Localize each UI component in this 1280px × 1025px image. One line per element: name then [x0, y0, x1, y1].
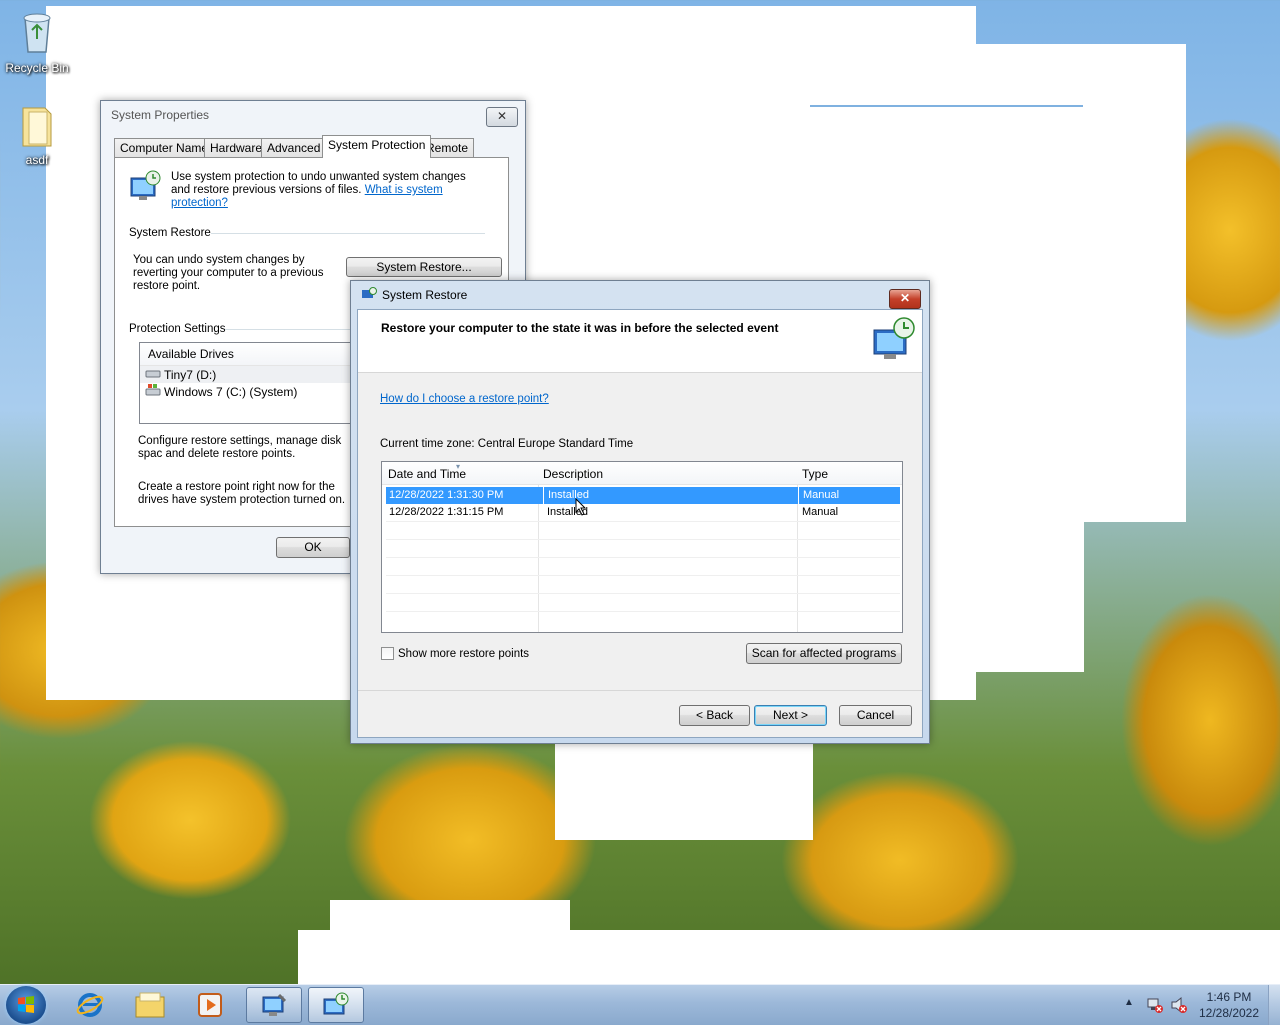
desktop-icon-recycle-bin[interactable]: Recycle Bin — [2, 8, 72, 75]
create-text: Create a restore point right now for the… — [138, 481, 346, 506]
row-type: Manual — [798, 487, 839, 504]
system-restore-large-icon — [870, 316, 918, 365]
close-button[interactable]: ✕ — [889, 289, 921, 309]
how-to-choose-restore-point-link[interactable]: How do I choose a restore point? — [380, 393, 549, 405]
show-desktop-button[interactable] — [1268, 985, 1280, 1025]
row-type: Manual — [802, 506, 839, 518]
desktop-icon-label: Recycle Bin — [5, 61, 69, 75]
system-protection-icon — [129, 170, 163, 205]
recycle-bin-icon — [2, 8, 72, 59]
rendering-artifact-patch — [330, 900, 570, 940]
timezone-text: Current time zone: Central Europe Standa… — [380, 438, 634, 450]
drive-icon — [145, 367, 161, 382]
scan-affected-programs-button[interactable]: Scan for affected programs — [746, 643, 902, 664]
wizard-body: Restore your computer to the state it wa… — [357, 309, 923, 738]
empty-row — [386, 594, 900, 612]
rendering-artifact-line — [810, 105, 1083, 107]
drive-label: Windows 7 (C:) (System) — [164, 384, 298, 399]
table-header: Date and Time Description Type ▾ — [382, 462, 902, 485]
ok-button[interactable]: OK — [276, 537, 350, 558]
show-more-restore-points[interactable]: Show more restore points — [381, 647, 529, 660]
wizard-header-text: Restore your computer to the state it wa… — [381, 321, 779, 335]
desktop-icon-label: asdf — [25, 153, 49, 167]
clock-time: 1:46 PM — [1206, 990, 1252, 1004]
system-properties-icon — [262, 993, 287, 1016]
configure-text: Configure restore settings, manage disk … — [138, 435, 342, 460]
rendering-artifact-patch — [930, 520, 1084, 672]
taskbar-internet-explorer[interactable] — [62, 987, 118, 1023]
system-restore-icon — [361, 286, 377, 304]
empty-row — [386, 540, 900, 558]
system-restore-heading: System Restore — [129, 227, 211, 239]
table-row[interactable]: 12/28/2022 1:31:30 PM Installed Manual — [386, 487, 900, 504]
system-restore-icon — [323, 992, 349, 1015]
intro-text: Use system protection to undo unwanted s… — [171, 171, 481, 210]
close-icon: ✕ — [899, 291, 911, 305]
column-header-date[interactable]: Date and Time — [388, 467, 466, 481]
sort-arrow-icon: ▾ — [456, 462, 461, 471]
divider — [211, 233, 485, 234]
drive-label: Tiny7 (D:) — [164, 367, 217, 382]
windows-drive-icon — [145, 383, 161, 400]
volume-muted-icon[interactable] — [1170, 996, 1188, 1017]
wizard-header: Restore your computer to the state it wa… — [358, 310, 922, 373]
mouse-cursor-icon — [575, 497, 587, 519]
window-title: System Properties — [111, 108, 210, 122]
close-icon: ✕ — [496, 109, 508, 123]
taskbar-file-explorer[interactable] — [122, 987, 178, 1023]
network-icon[interactable] — [1146, 996, 1164, 1017]
cancel-button[interactable]: Cancel — [839, 705, 912, 726]
empty-row — [386, 558, 900, 576]
rendering-artifact-patch — [976, 44, 1186, 522]
system-restore-button[interactable]: System Restore... — [346, 257, 502, 277]
rendering-artifact-patch — [555, 740, 813, 840]
system-restore-text: You can undo system changes by reverting… — [133, 254, 324, 292]
internet-explorer-icon — [76, 993, 104, 1017]
column-header-description[interactable]: Description — [543, 467, 603, 481]
file-explorer-icon — [135, 992, 165, 1018]
divider — [358, 690, 922, 691]
tab-hardware[interactable]: Hardware — [204, 138, 269, 157]
show-hidden-icons-icon[interactable]: ▲ — [1124, 997, 1134, 1008]
empty-row — [386, 522, 900, 540]
row-date: 12/28/2022 1:31:15 PM — [389, 506, 504, 518]
show-more-label: Show more restore points — [398, 647, 530, 660]
taskbar: ▲ 1:46 PM 12/28/2022 — [0, 984, 1280, 1025]
next-button[interactable]: Next > — [754, 705, 827, 726]
table-row[interactable]: 12/28/2022 1:31:15 PM Installed Manual — [386, 504, 900, 522]
clock[interactable]: 1:46 PM 12/28/2022 — [1194, 989, 1264, 1021]
back-button[interactable]: < Back — [679, 705, 750, 726]
tab-advanced[interactable]: Advanced — [261, 138, 327, 157]
clock-date: 12/28/2022 — [1198, 1006, 1260, 1020]
taskbar-media-player[interactable] — [182, 987, 238, 1023]
protection-settings-heading: Protection Settings — [129, 323, 226, 335]
table-body: 12/28/2022 1:31:30 PM Installed Manual 1… — [382, 484, 902, 612]
restore-points-table[interactable]: Date and Time Description Type ▾ 12/28/2… — [381, 461, 903, 633]
column-header-type[interactable]: Type — [802, 467, 828, 481]
start-button[interactable] — [6, 986, 46, 1024]
empty-row — [386, 576, 900, 594]
system-restore-window: System Restore ✕ Restore your computer t… — [350, 280, 930, 744]
folder-icon — [2, 104, 72, 151]
tab-computer-name[interactable]: Computer Name — [114, 138, 215, 157]
tab-system-protection[interactable]: System Protection — [322, 135, 432, 158]
taskbar-system-properties[interactable] — [246, 987, 302, 1023]
show-more-checkbox[interactable] — [381, 647, 394, 660]
close-button[interactable]: ✕ — [486, 107, 518, 127]
window-titlebar: System Restore — [351, 281, 929, 309]
window-title: System Restore — [382, 288, 468, 302]
row-date: 12/28/2022 1:31:30 PM — [389, 489, 504, 501]
taskbar-system-restore[interactable] — [308, 987, 364, 1023]
windows-start-icon — [18, 996, 34, 1013]
desktop-icon-asdf[interactable]: asdf — [2, 104, 72, 167]
media-player-icon — [198, 993, 222, 1017]
